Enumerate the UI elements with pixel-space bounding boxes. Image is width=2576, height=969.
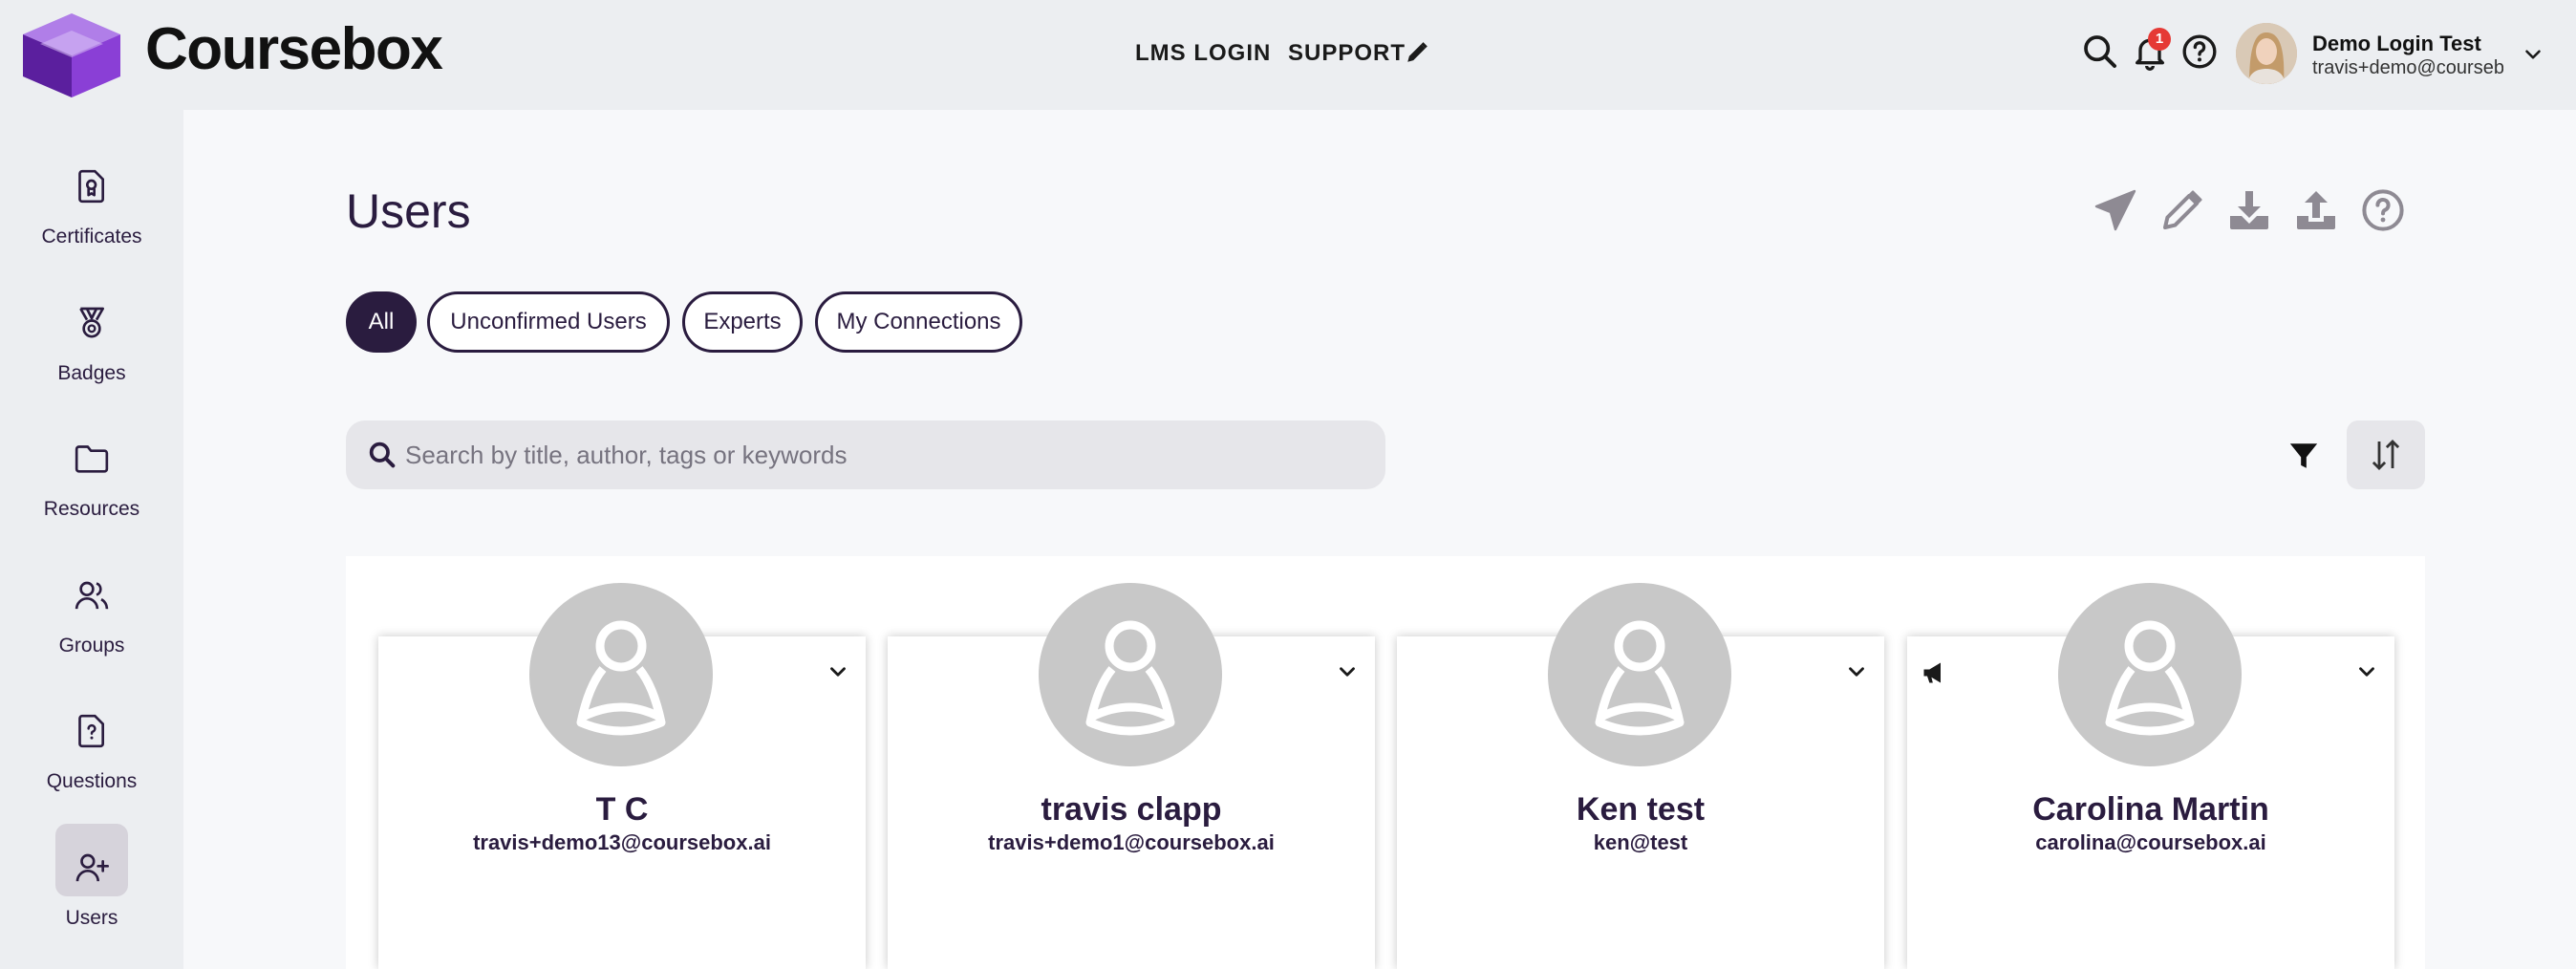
user-name[interactable]: Demo Login Test: [2312, 31, 2481, 57]
user-avatar-placeholder: [529, 583, 713, 766]
sidebar-item-label: Questions: [46, 770, 138, 792]
tab-my-connections[interactable]: My Connections: [815, 291, 1022, 353]
user-card-name[interactable]: travis clapp: [888, 789, 1375, 829]
notification-count-badge: 1: [2148, 28, 2171, 51]
sidebar-item-label: Resources: [43, 498, 140, 520]
sidebar-item-users[interactable]: Users: [0, 824, 183, 963]
top-header: Coursebox LMS LOGIN SUPPORT 1 Demo Login…: [0, 0, 2576, 110]
sidebar-item-label: Groups: [58, 635, 125, 657]
groups-icon: [75, 581, 109, 610]
certificate-icon: [78, 169, 104, 204]
nav-lms-login[interactable]: LMS LOGIN: [1135, 38, 1271, 69]
chevron-down-icon[interactable]: [826, 659, 850, 684]
search-icon: [369, 441, 396, 468]
chevron-down-icon[interactable]: [2521, 42, 2545, 67]
chevron-down-icon[interactable]: [2354, 659, 2379, 684]
sort-arrows-icon: [2372, 440, 2400, 470]
folder-icon: [75, 445, 109, 473]
user-avatar-placeholder: [1039, 583, 1222, 766]
chevron-down-icon[interactable]: [1335, 659, 1360, 684]
search-bar: [346, 420, 1385, 489]
help-icon[interactable]: [2180, 32, 2219, 71]
edit-icon[interactable]: [2159, 187, 2205, 233]
user-avatar-placeholder: [2058, 583, 2242, 766]
send-icon[interactable]: [2093, 187, 2138, 233]
question-file-icon: [78, 714, 104, 748]
coursebox-logo-icon[interactable]: [21, 11, 122, 99]
user-card-name[interactable]: T C: [378, 789, 866, 829]
sidebar-item-label: Users: [65, 907, 118, 929]
user-card-name[interactable]: Carolina Martin: [1907, 789, 2394, 829]
user-card-email: travis+demo13@coursebox.ai: [473, 830, 771, 854]
upload-icon[interactable]: [2293, 187, 2339, 233]
user-card-name[interactable]: Ken test: [1397, 789, 1884, 829]
user-card-email: carolina@coursebox.ai: [2035, 830, 2266, 854]
sidebar-item-label: Certificates: [41, 226, 142, 248]
megaphone-icon[interactable]: [1921, 659, 1947, 686]
add-user-icon: [75, 853, 109, 882]
user-card-email: ken@test: [1593, 830, 1688, 854]
user-email: travis+demo@courseb...: [2312, 57, 2503, 78]
sidebar-item-label: Badges: [57, 362, 126, 384]
sidebar-item-resources[interactable]: Resources: [0, 440, 183, 554]
help-circle-icon[interactable]: [2360, 187, 2406, 233]
download-icon[interactable]: [2226, 187, 2272, 233]
sidebar-item-groups[interactable]: Groups: [0, 576, 183, 691]
chevron-down-icon[interactable]: [1844, 659, 1869, 684]
nav-support[interactable]: SUPPORT: [1288, 38, 1406, 69]
user-card-email: travis+demo1@coursebox.ai: [988, 830, 1275, 854]
medal-icon: [79, 307, 104, 338]
sidebar-item-certificates[interactable]: Certificates: [0, 167, 183, 282]
sidebar-item-badges[interactable]: Badges: [0, 304, 183, 419]
tab-experts[interactable]: Experts: [682, 291, 803, 353]
sidebar-item-questions[interactable]: Questions: [0, 712, 183, 827]
filter-icon[interactable]: [2287, 440, 2320, 472]
pencil-icon[interactable]: [1405, 40, 1429, 65]
search-input[interactable]: [405, 420, 1361, 489]
sort-button[interactable]: [2347, 420, 2425, 489]
tab-unconfirmed-users[interactable]: Unconfirmed Users: [427, 291, 670, 353]
user-avatar[interactable]: [2236, 23, 2297, 84]
sidebar: Certificates Badges Resources Groups Que…: [0, 110, 183, 969]
app-name[interactable]: Coursebox: [145, 15, 443, 84]
search-icon[interactable]: [2081, 32, 2119, 71]
tab-all[interactable]: All: [346, 291, 417, 353]
user-avatar-placeholder: [1548, 583, 1731, 766]
page-title: Users: [346, 184, 471, 238]
